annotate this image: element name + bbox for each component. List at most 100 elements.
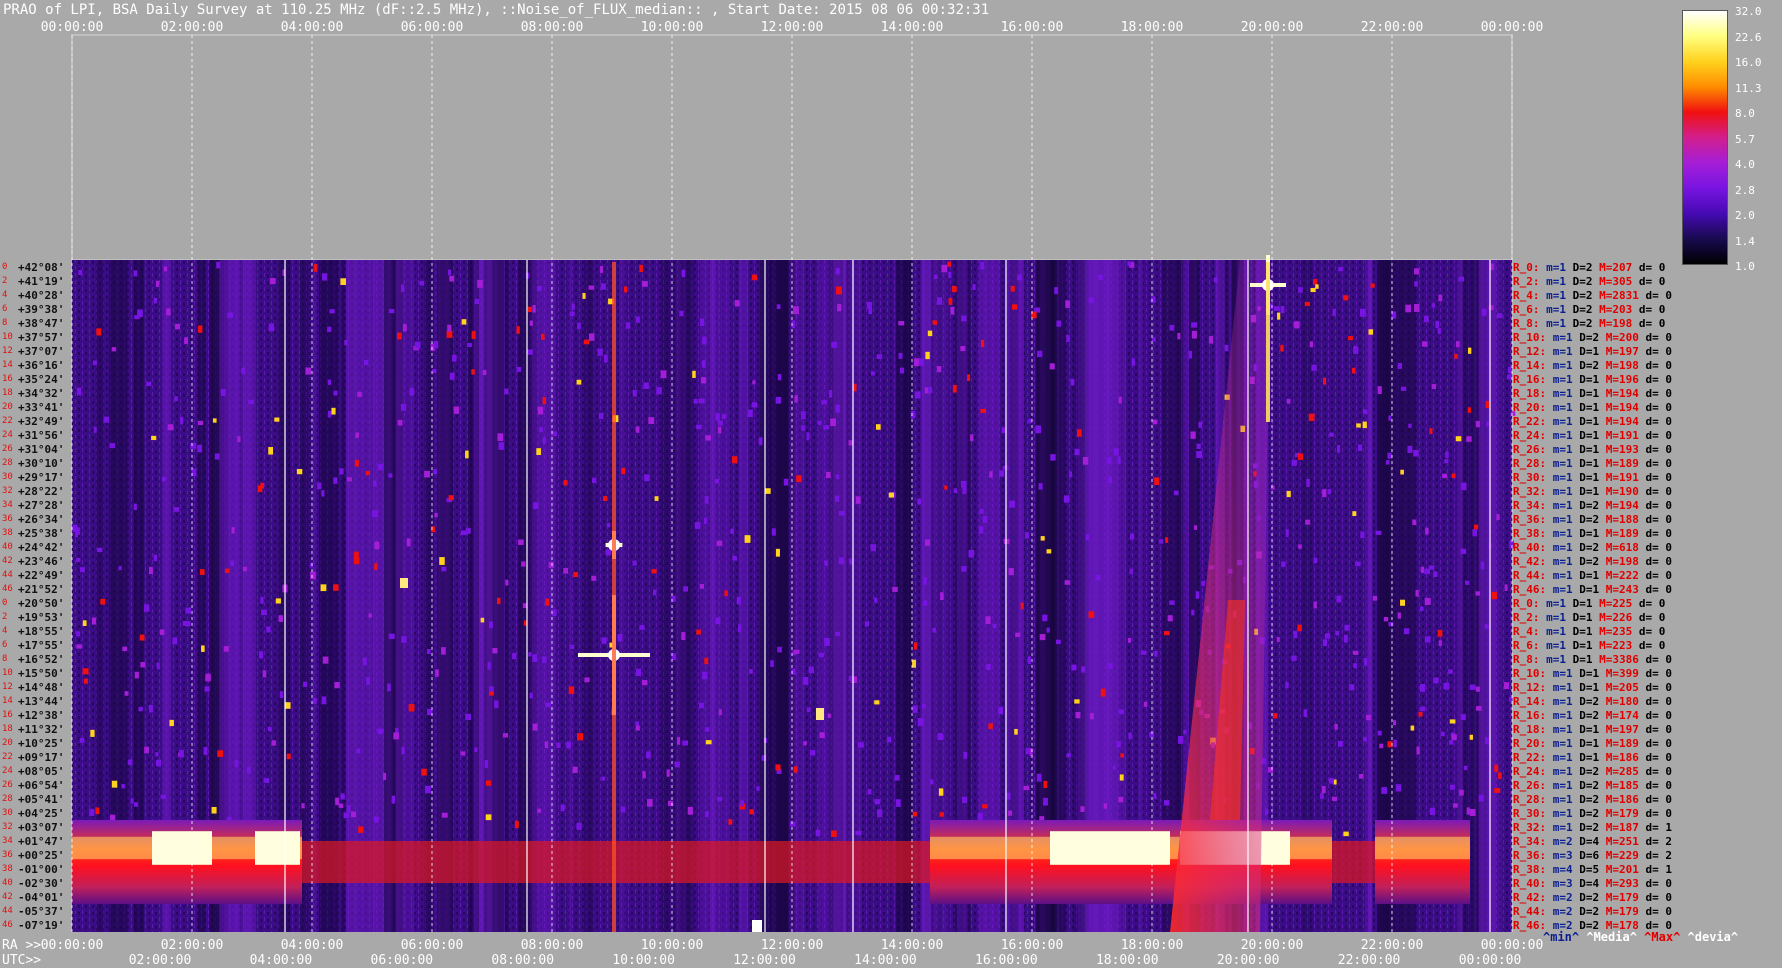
heatmap-speck	[317, 482, 322, 490]
heatmap-speck	[223, 646, 229, 652]
row-index-label: 30	[2, 808, 13, 818]
heatmap-speck	[776, 304, 781, 310]
heatmap-speck	[548, 561, 554, 568]
heatmap-speck	[419, 280, 425, 286]
heatmap-speck	[153, 554, 158, 562]
heatmap-speck	[1397, 363, 1403, 369]
point-source	[400, 578, 408, 588]
heatmap-speck	[1419, 606, 1424, 612]
heatmap-speck	[970, 434, 974, 442]
heatmap-speck	[155, 752, 159, 757]
row-stat-M: M=201	[1605, 863, 1646, 876]
row-stat-M: M=618	[1605, 541, 1646, 554]
row-stat-d: d= 0	[1645, 373, 1673, 386]
heatmap-speck	[806, 432, 810, 441]
row-stats: R_26: m=1 D=2 M=185 d= 0	[1513, 779, 1672, 792]
colorbar-tick: 22.6	[1735, 30, 1762, 44]
heatmap-speck	[321, 696, 327, 705]
heatmap-speck	[721, 414, 727, 419]
heatmap-speck	[269, 278, 276, 285]
row-stats: R_36: m=1 D=2 M=188 d= 0	[1513, 513, 1672, 526]
heatmap-speck	[600, 283, 606, 290]
heatmap-speck	[866, 302, 872, 309]
heatmap-speck	[1481, 308, 1487, 316]
row-stat-d: d= 0	[1645, 723, 1673, 736]
row-stat-D: D=2	[1579, 513, 1606, 526]
heatmap-speck	[621, 467, 626, 475]
heatmap-column	[537, 260, 556, 932]
row-stats: R_10: m=1 D=1 M=399 d= 0	[1513, 667, 1672, 680]
row-stat-D: D=1	[1579, 681, 1606, 694]
row-stat-d: d= 0	[1645, 471, 1673, 484]
emission-hotspot	[255, 831, 300, 865]
heatmap-speck	[536, 285, 542, 292]
heatmap-speck	[998, 470, 1005, 477]
heatmap-speck	[1437, 328, 1442, 334]
heatmap-speck	[1167, 615, 1173, 622]
heatmap-speck	[467, 342, 472, 348]
heatmap-speck	[518, 539, 524, 545]
heatmap-speck	[372, 510, 379, 518]
heatmap-speck	[716, 540, 723, 546]
heatmap-speck	[1196, 451, 1203, 459]
footer-legend: ^min^ ^Media^ ^Max^ ^devia^	[1543, 930, 1738, 944]
heatmap-speck	[179, 749, 184, 758]
heatmap-speck	[1153, 793, 1157, 799]
row-stat-D: D=1	[1579, 387, 1606, 400]
heatmap-speck	[1344, 624, 1350, 631]
heatmap-speck	[1343, 295, 1349, 301]
heatmap-speck	[1494, 764, 1499, 772]
heatmap-speck	[1331, 796, 1338, 801]
heatmap-speck	[532, 654, 537, 663]
heatmap-speck	[1198, 421, 1203, 428]
legend-median: ^Media^	[1586, 930, 1637, 944]
heatmap-speck	[563, 480, 568, 486]
heatmap-speck	[977, 812, 983, 821]
heatmap-speck	[825, 471, 831, 479]
row-stat-d: d= 0	[1645, 359, 1673, 372]
heatmap-speck	[1043, 780, 1048, 789]
row-stat-m: m=1	[1552, 499, 1580, 512]
declination-label: +40°28'	[18, 289, 65, 302]
heatmap-speck	[809, 750, 816, 756]
heatmap-speck	[344, 339, 348, 346]
heatmap-speck	[1453, 803, 1458, 808]
heatmap-speck	[917, 718, 924, 726]
heatmap-column	[437, 260, 454, 932]
row-stat-r: R_10:	[1513, 331, 1553, 344]
heatmap-speck	[605, 549, 612, 556]
heatmap-speck	[377, 463, 384, 471]
heatmap-speck	[1469, 809, 1476, 816]
row-stat-M: M=222	[1605, 569, 1646, 582]
declination-label: +11°32'	[18, 723, 65, 736]
heatmap-speck	[747, 409, 753, 418]
heatmap-speck	[1336, 595, 1342, 603]
row-stat-m: m=1	[1552, 359, 1580, 372]
top-time-tick: 22:00:00	[1360, 20, 1424, 35]
row-stat-D: D=4	[1579, 835, 1606, 848]
heatmap-speck	[502, 733, 509, 738]
heatmap-speck	[1313, 601, 1317, 609]
heatmap-speck	[121, 784, 126, 789]
row-stat-d: d= 2	[1645, 849, 1673, 862]
heatmap-speck	[79, 737, 85, 743]
utc-time-tick: 10:00:00	[612, 953, 675, 968]
heatmap-speck	[1414, 303, 1420, 312]
heatmap-speck	[1455, 436, 1462, 442]
row-stat-r: R_30:	[1513, 471, 1553, 484]
heatmap-speck	[1428, 565, 1435, 570]
row-stat-D: D=2	[1579, 807, 1606, 820]
row-index-label: 4	[2, 290, 8, 300]
heatmap-speck	[1143, 701, 1148, 707]
row-stat-m: m=1	[1552, 443, 1580, 456]
row-stat-r: R_18:	[1513, 387, 1553, 400]
source-track	[612, 262, 616, 932]
declination-label: +17°55'	[18, 639, 65, 652]
row-stat-M: M=190	[1605, 485, 1646, 498]
heatmap-speck	[1017, 274, 1022, 281]
row-index-label: 10	[2, 332, 13, 342]
row-stat-r: R_10:	[1513, 667, 1553, 680]
heatmap-speck	[296, 468, 303, 475]
declination-label: +21°52'	[18, 583, 65, 596]
heatmap-speck	[339, 468, 344, 475]
